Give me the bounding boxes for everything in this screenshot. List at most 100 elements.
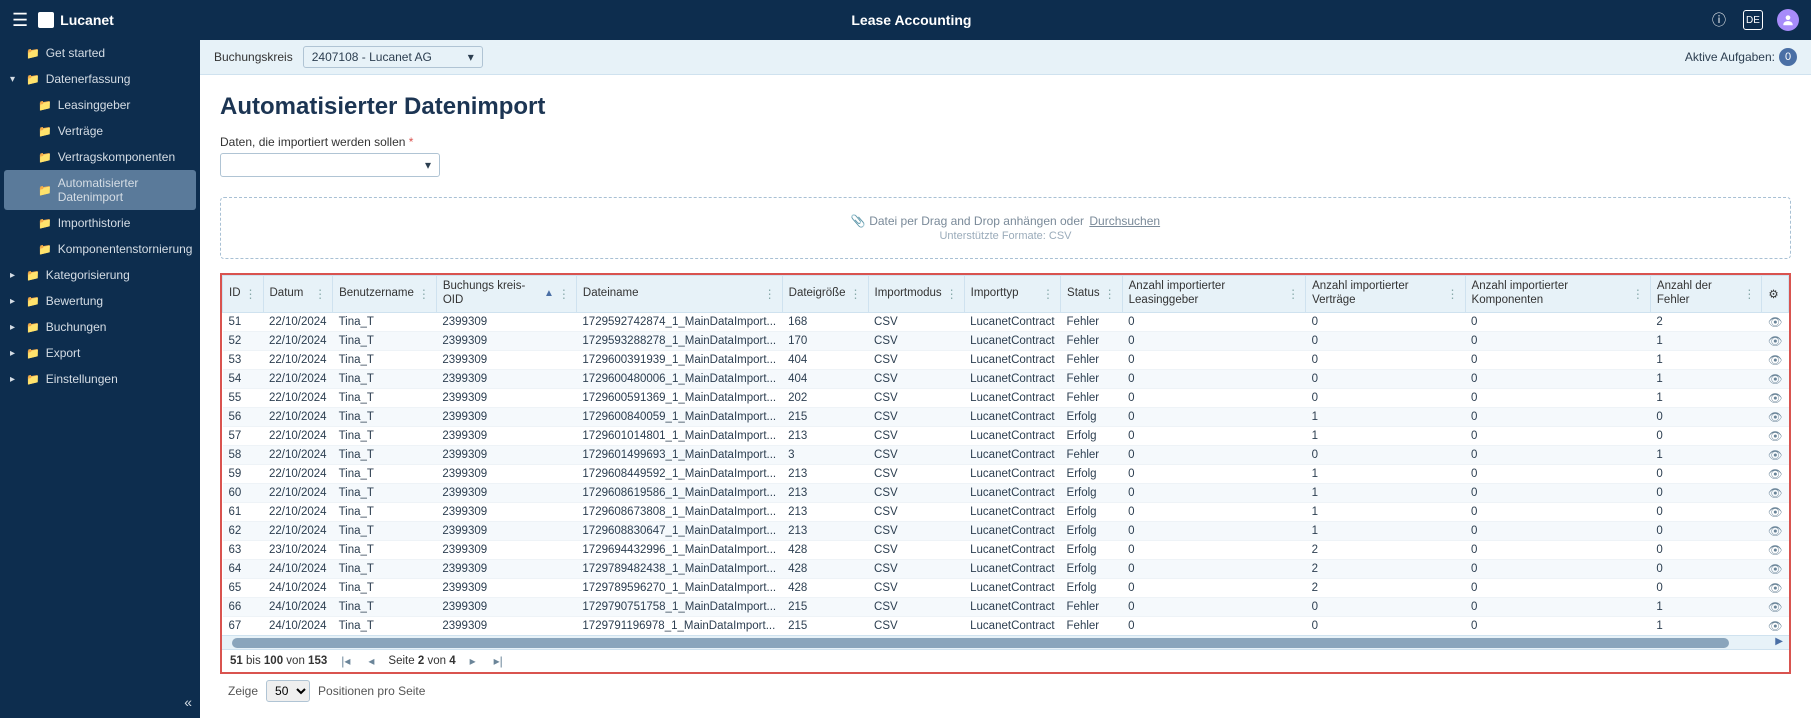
table-row[interactable]: 5522/10/2024Tina_T23993091729600591369_1… (223, 388, 1789, 407)
column-header[interactable]: ID⋮ (223, 276, 264, 313)
view-row-button[interactable]: 👁 (1762, 445, 1789, 464)
column-header[interactable]: Importmodus⋮ (868, 276, 964, 313)
table-scroll[interactable]: ID⋮Datum⋮Benutzername⋮Buchungs kreis-OID… (222, 275, 1789, 635)
view-row-button[interactable]: 👁 (1762, 597, 1789, 616)
table-row[interactable]: 5722/10/2024Tina_T23993091729601014801_1… (223, 426, 1789, 445)
sidebar-item-vertr-ge[interactable]: 📁Verträge (0, 118, 200, 144)
column-menu-icon[interactable]: ⋮ (946, 287, 958, 301)
column-menu-icon[interactable]: ⋮ (418, 287, 430, 301)
booking-circle-select[interactable]: 2407108 - Lucanet AG ▾ (303, 46, 483, 68)
sidebar-item-datenerfassung[interactable]: ▾📁Datenerfassung (0, 66, 200, 92)
table-row[interactable]: 6222/10/2024Tina_T23993091729608830647_1… (223, 521, 1789, 540)
column-menu-icon[interactable]: ⋮ (1632, 287, 1644, 301)
view-row-button[interactable]: 👁 (1762, 559, 1789, 578)
sidebar-item-komponentenstornierung[interactable]: 📁Komponentenstornierung (0, 236, 200, 262)
column-header[interactable]: Dateigröße⋮ (782, 276, 868, 313)
pager-prev[interactable]: ◂ (364, 654, 378, 668)
sidebar-item-vertragskomponenten[interactable]: 📁Vertragskomponenten (0, 144, 200, 170)
column-menu-icon[interactable]: ⋮ (1447, 287, 1459, 301)
sidebar-item-get-started[interactable]: 📁Get started (0, 40, 200, 66)
language-switcher[interactable]: DE (1743, 10, 1763, 30)
cell-user: Tina_T (333, 407, 437, 426)
sidebar-item-importhistorie[interactable]: 📁Importhistorie (0, 210, 200, 236)
file-dropzone[interactable]: 📎 Datei per Drag and Drop anhängen oder … (220, 197, 1791, 259)
import-type-select[interactable]: ▾ (220, 153, 440, 177)
table-row[interactable]: 6724/10/2024Tina_T23993091729791196978_1… (223, 616, 1789, 635)
table-row[interactable]: 5922/10/2024Tina_T23993091729608449592_1… (223, 464, 1789, 483)
column-menu-icon[interactable]: ⋮ (245, 287, 257, 301)
view-row-button[interactable]: 👁 (1762, 521, 1789, 540)
column-header[interactable]: Dateiname⋮ (576, 276, 782, 313)
column-header[interactable]: Anzahl importierter Leasinggeber⋮ (1122, 276, 1305, 313)
table-row[interactable]: 6022/10/2024Tina_T23993091729608619586_1… (223, 483, 1789, 502)
column-header[interactable]: Anzahl importierter Verträge⋮ (1306, 276, 1465, 313)
column-menu-icon[interactable]: ⋮ (1743, 287, 1755, 301)
help-icon[interactable]: ⓘ (1709, 10, 1729, 30)
column-header[interactable]: Status⋮ (1061, 276, 1123, 313)
view-row-button[interactable]: 👁 (1762, 369, 1789, 388)
sidebar-item-einstellungen[interactable]: ▸📁Einstellungen (0, 366, 200, 392)
table-row[interactable]: 6323/10/2024Tina_T23993091729694432996_1… (223, 540, 1789, 559)
active-tasks[interactable]: Aktive Aufgaben: 0 (1685, 48, 1797, 66)
column-menu-icon[interactable]: ⋮ (850, 287, 862, 301)
column-header[interactable]: Importtyp⋮ (964, 276, 1060, 313)
chevron-icon: ▸ (10, 348, 20, 359)
view-row-button[interactable]: 👁 (1762, 426, 1789, 445)
table-row[interactable]: 5422/10/2024Tina_T23993091729600480006_1… (223, 369, 1789, 388)
view-row-button[interactable]: 👁 (1762, 483, 1789, 502)
table-row[interactable]: 5822/10/2024Tina_T23993091729601499693_1… (223, 445, 1789, 464)
table-row[interactable]: 6424/10/2024Tina_T23993091729789482438_1… (223, 559, 1789, 578)
content: Automatisierter Datenimport Daten, die i… (200, 75, 1811, 718)
table-settings-header[interactable]: ⚙ (1762, 276, 1789, 313)
table-row[interactable]: 6122/10/2024Tina_T23993091729608673808_1… (223, 502, 1789, 521)
cell-mode: CSV (868, 483, 964, 502)
sidebar-item-export[interactable]: ▸📁Export (0, 340, 200, 366)
page-size-select[interactable]: 50 (266, 680, 310, 702)
pager-last[interactable]: ▸| (490, 654, 507, 668)
view-row-button[interactable]: 👁 (1762, 616, 1789, 635)
sidebar-item-leasinggeber[interactable]: 📁Leasinggeber (0, 92, 200, 118)
view-row-button[interactable]: 👁 (1762, 578, 1789, 597)
browse-link[interactable]: Durchsuchen (1089, 214, 1160, 228)
column-menu-icon[interactable]: ⋮ (558, 287, 570, 301)
column-menu-icon[interactable]: ⋮ (1104, 287, 1116, 301)
table-row[interactable]: 6524/10/2024Tina_T23993091729789596270_1… (223, 578, 1789, 597)
column-header[interactable]: Anzahl der Fehler⋮ (1650, 276, 1761, 313)
scrollbar-thumb[interactable] (232, 638, 1729, 648)
table-row[interactable]: 5222/10/2024Tina_T23993091729593288278_1… (223, 331, 1789, 350)
view-row-button[interactable]: 👁 (1762, 350, 1789, 369)
column-menu-icon[interactable]: ⋮ (764, 287, 776, 301)
table-row[interactable]: 5622/10/2024Tina_T23993091729600840059_1… (223, 407, 1789, 426)
user-avatar[interactable] (1777, 9, 1799, 31)
column-menu-icon[interactable]: ⋮ (1287, 287, 1299, 301)
column-header[interactable]: Buchungs kreis-OID▲⋮ (436, 276, 576, 313)
horizontal-scrollbar[interactable]: ▶ (222, 635, 1789, 649)
sidebar-item-bewertung[interactable]: ▸📁Bewertung (0, 288, 200, 314)
column-header[interactable]: Datum⋮ (263, 276, 333, 313)
view-row-button[interactable]: 👁 (1762, 540, 1789, 559)
cell-size: 213 (782, 483, 868, 502)
sidebar-item-buchungen[interactable]: ▸📁Buchungen (0, 314, 200, 340)
sidebar-item-kategorisierung[interactable]: ▸📁Kategorisierung (0, 262, 200, 288)
view-row-button[interactable]: 👁 (1762, 407, 1789, 426)
view-row-button[interactable]: 👁 (1762, 502, 1789, 521)
view-row-button[interactable]: 👁 (1762, 464, 1789, 483)
sidebar-item-automatisierter-datenimport[interactable]: 📁Automatisierter Datenimport (4, 170, 196, 210)
column-header[interactable]: Anzahl importierter Komponenten⋮ (1465, 276, 1650, 313)
pager-first[interactable]: |◂ (337, 654, 354, 668)
sidebar-collapse-button[interactable]: « (184, 694, 192, 710)
scroll-right-icon[interactable]: ▶ (1775, 636, 1783, 647)
pager-next[interactable]: ▸ (466, 654, 480, 668)
column-header[interactable]: Benutzername⋮ (333, 276, 437, 313)
view-row-button[interactable]: 👁 (1762, 388, 1789, 407)
view-row-button[interactable]: 👁 (1762, 312, 1789, 331)
view-row-button[interactable]: 👁 (1762, 331, 1789, 350)
column-menu-icon[interactable]: ⋮ (1042, 287, 1054, 301)
cell-kp: 0 (1465, 578, 1650, 597)
table-row[interactable]: 6624/10/2024Tina_T23993091729790751758_1… (223, 597, 1789, 616)
brand-logo-wrap[interactable]: Lucanet (38, 12, 114, 28)
table-row[interactable]: 5322/10/2024Tina_T23993091729600391939_1… (223, 350, 1789, 369)
table-row[interactable]: 5122/10/2024Tina_T23993091729592742874_1… (223, 312, 1789, 331)
column-menu-icon[interactable]: ⋮ (314, 287, 326, 301)
hamburger-icon[interactable]: ☰ (12, 10, 28, 31)
